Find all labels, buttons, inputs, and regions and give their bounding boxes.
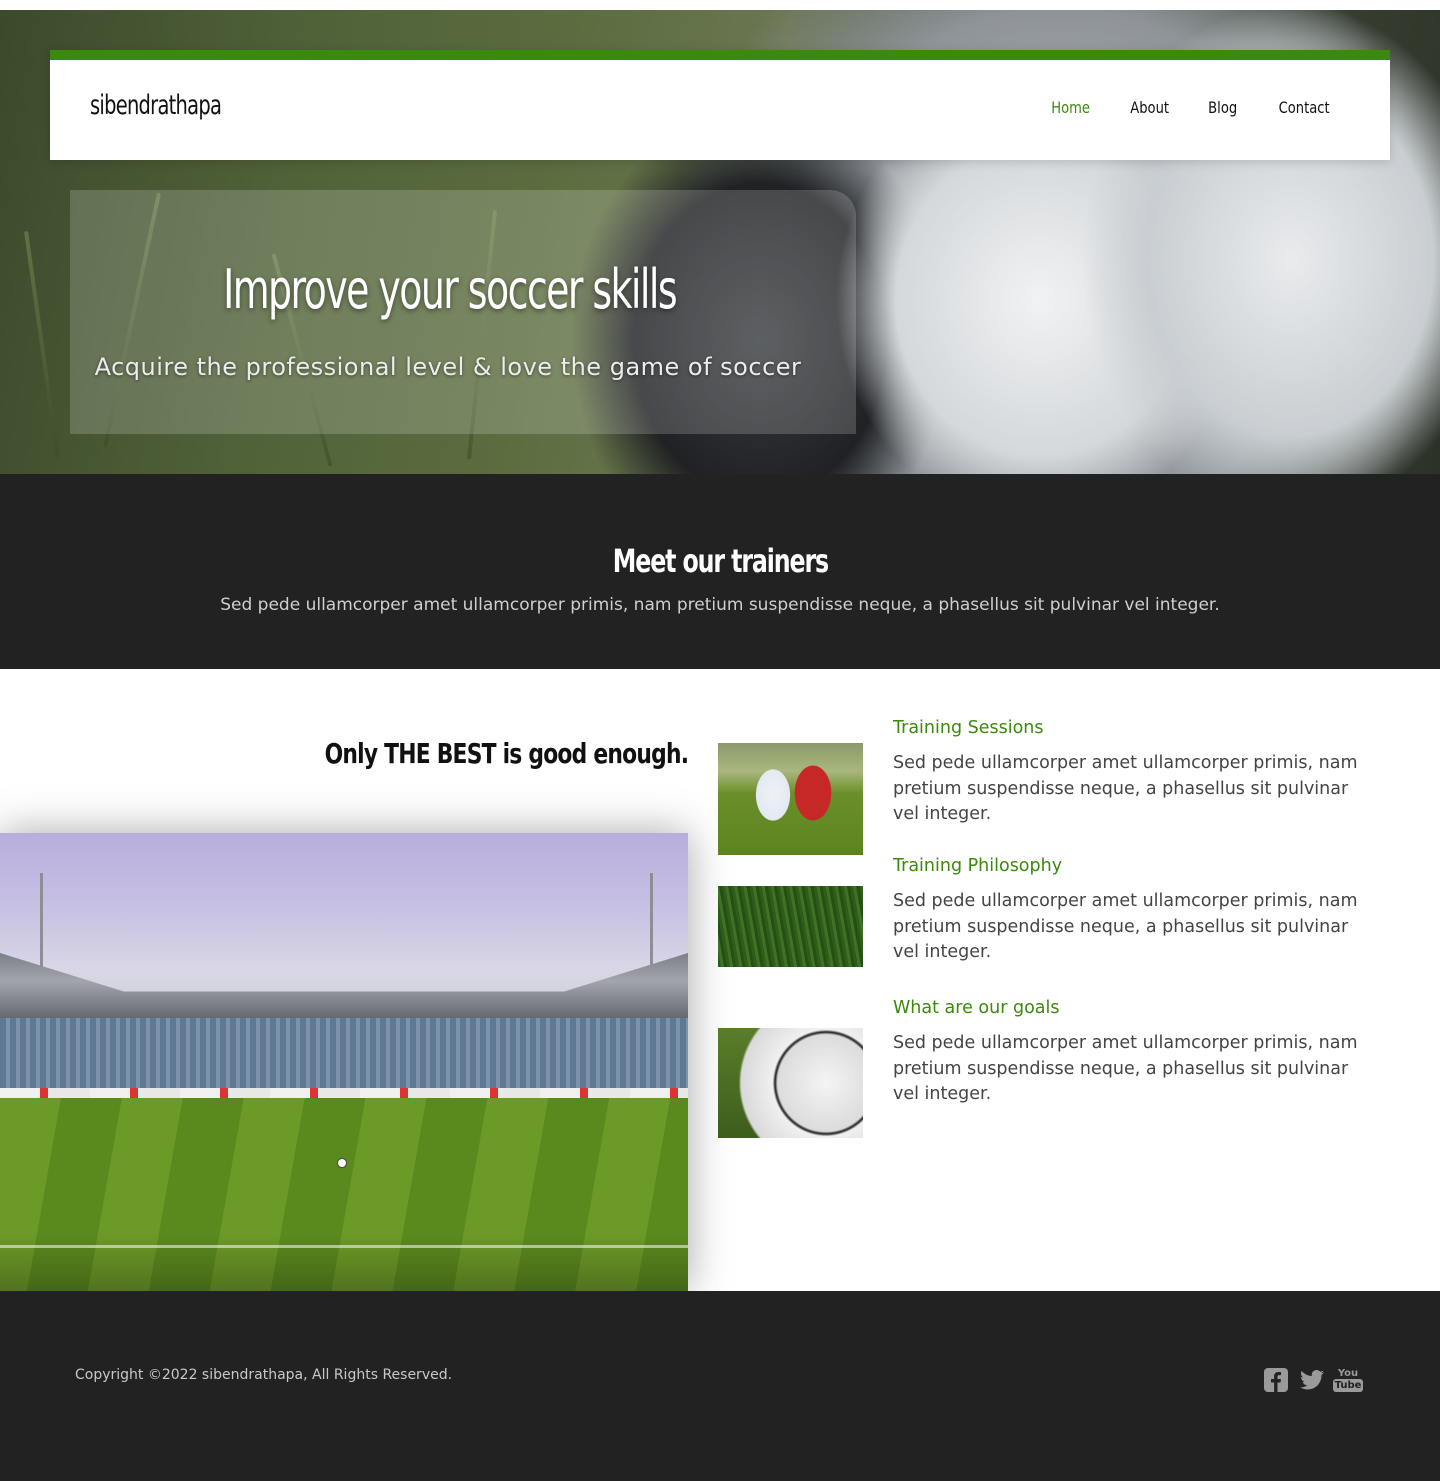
- nav-link-about[interactable]: About: [1130, 98, 1169, 117]
- youtube-icon-bottom: Tube: [1332, 1379, 1364, 1392]
- brand-logo[interactable]: sibendrathapa: [90, 90, 222, 121]
- feature-text: Sed pede ullamcorper amet ullamcorper pr…: [893, 1033, 1358, 1104]
- facebook-icon[interactable]: [1264, 1366, 1288, 1394]
- hero-subtitle: Acquire the professional level & love th…: [94, 353, 802, 381]
- trainers-title: Meet our trainers: [0, 542, 1440, 580]
- youtube-icon[interactable]: You Tube: [1332, 1366, 1364, 1394]
- facebook-icon-graphic: [1264, 1368, 1288, 1392]
- feature-title[interactable]: Training Philosophy: [893, 856, 1062, 876]
- hero-title: Improve your soccer skills: [223, 258, 677, 321]
- feature-text: Sed pede ullamcorper amet ullamcorper pr…: [893, 753, 1358, 824]
- soccer-ball: [337, 1158, 347, 1168]
- nav-link-contact[interactable]: Contact: [1278, 98, 1329, 117]
- feature-title[interactable]: Training Sessions: [893, 718, 1044, 738]
- twitter-icon[interactable]: [1300, 1366, 1324, 1394]
- twitter-icon-graphic: [1300, 1370, 1324, 1390]
- nav-link-home[interactable]: Home: [1051, 98, 1090, 117]
- stadium-stands: [0, 1018, 688, 1098]
- ball-thumbnail: [718, 1028, 863, 1138]
- stadium-image: [0, 833, 688, 1291]
- trainers-section: Meet our trainers Sed pede ullamcorper a…: [0, 474, 1440, 669]
- copyright-text: Copyright ©2022 sibendrathapa, All Right…: [75, 1367, 453, 1383]
- grass-thumbnail: [718, 886, 863, 967]
- pitch-line: [0, 1245, 688, 1248]
- youtube-icon-top: You: [1337, 1368, 1359, 1379]
- players-thumbnail: [718, 743, 863, 855]
- trainers-title-text: Meet our trainers: [612, 542, 828, 580]
- grass-blade: [24, 230, 60, 460]
- main-nav: Home About Blog Contact: [1047, 98, 1335, 117]
- feature-text: Sed pede ullamcorper amet ullamcorper pr…: [893, 891, 1358, 962]
- nav-link-blog[interactable]: Blog: [1209, 98, 1238, 117]
- features-heading: Only THE BEST is good enough.: [324, 737, 688, 770]
- advertising-boards: [0, 1088, 688, 1098]
- footer: Copyright ©2022 sibendrathapa, All Right…: [0, 1291, 1440, 1481]
- navbar: sibendrathapa Home About Blog Contact: [50, 50, 1390, 160]
- trainers-text: Sed pede ullamcorper amet ullamcorper pr…: [220, 595, 1220, 615]
- feature-title[interactable]: What are our goals: [893, 998, 1059, 1018]
- stadium-roof: [0, 953, 688, 1023]
- social-links: You Tube: [1264, 1366, 1364, 1394]
- stadium-pitch: [0, 1098, 688, 1291]
